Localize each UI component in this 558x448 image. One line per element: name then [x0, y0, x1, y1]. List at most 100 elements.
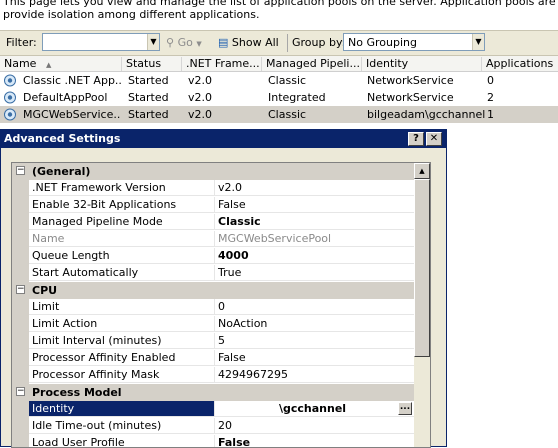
property-name: Processor Affinity Mask: [29, 367, 215, 383]
column-header-status[interactable]: Status: [122, 57, 182, 71]
filter-dropdown-arrow-icon[interactable]: ▼: [147, 34, 159, 50]
pool-framework: v2.0: [188, 108, 213, 121]
vertical-scrollbar[interactable]: ▲: [414, 163, 430, 447]
column-header-applications[interactable]: Applications: [482, 57, 558, 71]
property-row[interactable]: Queue Length 4000: [12, 248, 414, 265]
column-header-name[interactable]: Name ▲: [0, 57, 122, 71]
property-row[interactable]: Start Automatically True: [12, 265, 414, 282]
property-grid: − (General) .NET Framework Version v2.0 E…: [11, 162, 431, 448]
property-row[interactable]: Limit Action NoAction: [12, 316, 414, 333]
group-by-label: Group by:: [292, 36, 346, 49]
pool-applications: 2: [487, 91, 494, 104]
pool-framework: v2.0: [188, 91, 213, 104]
column-header-pipeline[interactable]: Managed Pipeli...: [262, 57, 362, 71]
property-value[interactable]: Classic: [215, 214, 414, 230]
property-value[interactable]: 4294967295: [215, 367, 414, 383]
pool-status: Started: [128, 74, 169, 87]
scroll-up-arrow-icon[interactable]: ▲: [414, 163, 430, 179]
collapse-icon[interactable]: −: [16, 166, 25, 175]
property-row[interactable]: Processor Affinity Mask 4294967295: [12, 367, 414, 384]
property-value[interactable]: 4000: [215, 248, 414, 264]
pool-pipeline: Classic: [268, 74, 307, 87]
column-header-framework[interactable]: .NET Frame...: [182, 57, 262, 71]
dialog-titlebar[interactable]: Advanced Settings ? ✕: [1, 130, 446, 148]
group-by-dropdown-arrow-icon[interactable]: ▼: [472, 34, 484, 50]
app-pool-row[interactable]: DefaultAppPool Started v2.0 Integrated N…: [0, 89, 558, 106]
help-button[interactable]: ?: [408, 132, 424, 146]
group-by-select[interactable]: No Grouping ▼: [343, 33, 485, 51]
property-value[interactable]: False: [215, 435, 414, 447]
property-value[interactable]: False: [215, 350, 414, 366]
redaction-mark: [217, 401, 275, 416]
filter-toolbar: Filter: ▼ ⚲ Go ▼ ▤ Show All Group by: No…: [0, 30, 558, 56]
pool-applications: 0: [487, 74, 494, 87]
property-name: Enable 32-Bit Applications: [29, 197, 215, 213]
pool-name: DefaultAppPool: [23, 91, 108, 104]
property-value[interactable]: NoAction: [215, 316, 414, 332]
category-cpu[interactable]: − CPU: [12, 282, 414, 299]
property-name: Identity: [29, 401, 215, 417]
collapse-icon[interactable]: −: [16, 387, 25, 396]
property-name: Limit: [29, 299, 215, 315]
property-name: Load User Profile: [29, 435, 215, 447]
app-pool-row[interactable]: Classic .NET App... Started v2.0 Classic…: [0, 72, 558, 89]
page-description-line-2: provide isolation among different applic…: [3, 8, 260, 21]
close-button[interactable]: ✕: [426, 132, 442, 146]
show-all-icon: ▤: [218, 36, 229, 49]
identity-value: \gcchannel: [279, 402, 347, 415]
show-all-button[interactable]: ▤ Show All: [218, 36, 279, 49]
pool-applications: 1: [487, 108, 494, 121]
property-row[interactable]: Enable 32-Bit Applications False: [12, 197, 414, 214]
pool-identity: NetworkService: [367, 91, 454, 104]
category-general[interactable]: − (General): [12, 163, 414, 180]
property-row[interactable]: Limit Interval (minutes) 5: [12, 333, 414, 350]
filter-label: Filter:: [6, 36, 37, 49]
pool-status: Started: [128, 108, 169, 121]
toolbar-separator: [287, 34, 288, 52]
advanced-settings-dialog: Advanced Settings ? ✕ − (General) .NET F…: [0, 129, 447, 448]
pool-identity: NetworkService: [367, 74, 454, 87]
category-label: CPU: [32, 284, 58, 297]
property-row[interactable]: Idle Time-out (minutes) 20: [12, 418, 414, 435]
binoculars-icon: ⚲: [166, 36, 175, 49]
app-pool-icon: [4, 108, 16, 121]
category-process-model[interactable]: − Process Model: [12, 384, 414, 401]
pool-identity: bilgeadam\gcchannel: [367, 108, 486, 121]
app-pool-icon: [4, 74, 16, 87]
filter-input[interactable]: ▼: [42, 33, 160, 51]
sort-ascending-icon: ▲: [45, 61, 52, 69]
property-name: .NET Framework Version: [29, 180, 215, 196]
property-value[interactable]: True: [215, 265, 414, 281]
category-label: Process Model: [32, 386, 122, 399]
pool-pipeline: Classic: [268, 108, 307, 121]
collapse-icon[interactable]: −: [16, 285, 25, 294]
property-value[interactable]: 5: [215, 333, 414, 349]
property-name: Queue Length: [29, 248, 215, 264]
property-value[interactable]: \gcchannel ...: [215, 401, 414, 417]
property-name: Limit Action: [29, 316, 215, 332]
property-value[interactable]: v2.0: [215, 180, 414, 196]
property-name: Managed Pipeline Mode: [29, 214, 215, 230]
app-pools-header: Name ▲ Status .NET Frame... Managed Pipe…: [0, 56, 558, 72]
property-row-selected[interactable]: Identity \gcchannel ...: [12, 401, 414, 418]
property-value[interactable]: False: [215, 197, 414, 213]
property-row[interactable]: .NET Framework Version v2.0: [12, 180, 414, 197]
pool-pipeline: Integrated: [268, 91, 326, 104]
go-button[interactable]: ⚲ Go ▼: [166, 36, 202, 49]
app-pool-icon: [4, 91, 16, 104]
column-header-identity[interactable]: Identity: [362, 57, 482, 71]
property-row[interactable]: Managed Pipeline Mode Classic: [12, 214, 414, 231]
scroll-thumb[interactable]: [414, 179, 430, 357]
property-row[interactable]: Limit 0: [12, 299, 414, 316]
property-row[interactable]: Processor Affinity Enabled False: [12, 350, 414, 367]
browse-ellipsis-button[interactable]: ...: [398, 402, 412, 415]
property-row[interactable]: Load User Profile False: [12, 435, 414, 447]
property-name: Processor Affinity Enabled: [29, 350, 215, 366]
group-by-value: No Grouping: [348, 36, 417, 49]
pool-framework: v2.0: [188, 74, 213, 87]
app-pool-row-selected[interactable]: MGCWebService... Started v2.0 Classic bi…: [0, 106, 558, 123]
go-dropdown-arrow-icon[interactable]: ▼: [196, 40, 201, 48]
property-row-readonly: Name MGCWebServicePool: [12, 231, 414, 248]
property-value[interactable]: 0: [215, 299, 414, 315]
property-value[interactable]: 20: [215, 418, 414, 434]
